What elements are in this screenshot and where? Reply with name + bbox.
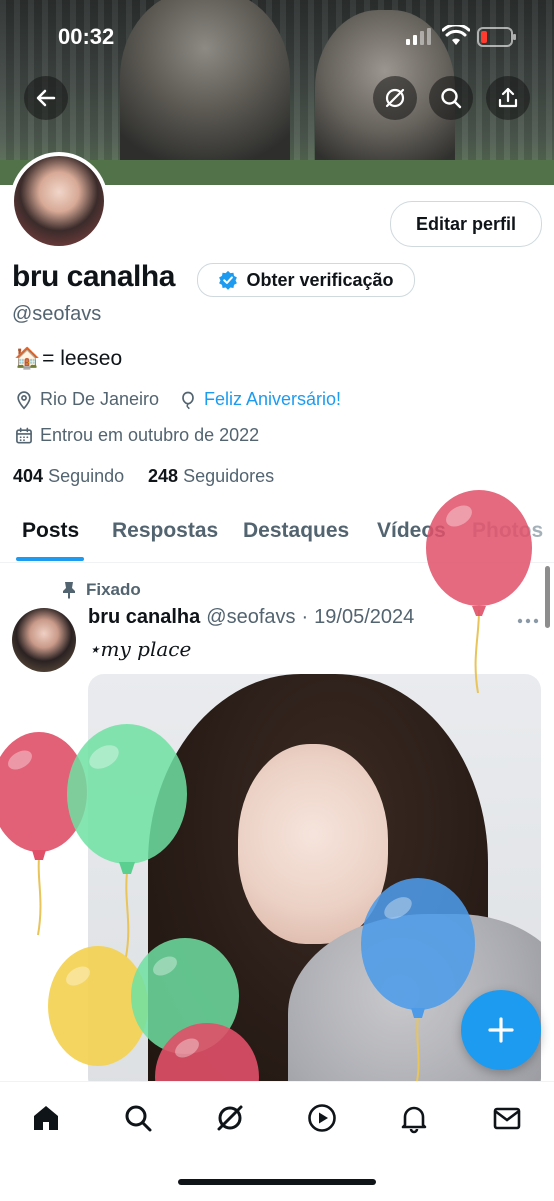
following-number: 404 [13, 466, 44, 486]
tab-active-indicator [16, 557, 84, 561]
wifi-icon [441, 23, 471, 52]
share-icon [498, 87, 518, 108]
bio: 🏠 = leeseo [14, 347, 122, 371]
search-icon[interactable] [122, 1102, 154, 1134]
post-text: ⋆my place [88, 637, 192, 661]
play-icon[interactable] [306, 1102, 338, 1134]
get-verified-button[interactable]: Obter verificação [197, 263, 415, 297]
pinned-label: Fixado [86, 580, 141, 599]
grok-button[interactable] [373, 76, 417, 120]
following-count[interactable]: 404 Seguindo [13, 466, 124, 487]
calendar-icon [16, 427, 32, 443]
birthday[interactable]: Feliz Aniversário! [178, 389, 341, 410]
birthday-text[interactable]: Feliz Aniversário! [204, 389, 341, 410]
balloon-icon [182, 391, 194, 409]
tab-highlights[interactable]: Destaques [243, 519, 349, 543]
avatar[interactable] [10, 152, 108, 250]
bell-icon[interactable] [398, 1102, 430, 1134]
banner-person [120, 0, 290, 185]
signal-icon [405, 27, 431, 52]
search-button[interactable] [429, 76, 473, 120]
edit-profile-button[interactable]: Editar perfil [390, 201, 542, 247]
house-emoji: 🏠 [14, 347, 41, 370]
balloon-red-icon [426, 490, 532, 694]
mail-icon[interactable] [491, 1102, 523, 1134]
location: Rio De Janeiro [14, 389, 159, 410]
plus-icon [488, 1017, 514, 1043]
bio-text: = leeseo [42, 347, 123, 370]
joined-text: Entrou em outubro de 2022 [40, 425, 260, 445]
joined-date: Entrou em outubro de 2022 [14, 425, 259, 446]
following-label: Seguindo [48, 466, 125, 486]
tab-replies[interactable]: Respostas [112, 519, 218, 543]
followers-number: 248 [148, 466, 179, 486]
post-author-handle[interactable]: @seofavs [206, 606, 295, 629]
status-time: 00:32 [58, 24, 115, 49]
back-button[interactable] [24, 76, 68, 120]
search-icon [441, 88, 462, 109]
post-separator: · [301, 606, 309, 628]
grok-icon[interactable] [214, 1102, 246, 1134]
post-header: bru canalha @seofavs · 19/05/2024 [88, 606, 414, 629]
followers-label: Seguidores [183, 466, 275, 486]
home-indicator[interactable] [178, 1179, 376, 1185]
verified-badge-icon [219, 270, 238, 290]
scrollbar[interactable] [545, 566, 550, 628]
get-verified-label: Obter verificação [246, 269, 394, 290]
post-avatar[interactable] [12, 608, 76, 672]
home-icon[interactable] [30, 1102, 62, 1134]
pinned-indicator: Fixado [62, 580, 141, 600]
battery-icon [477, 27, 517, 52]
location-text: Rio De Janeiro [40, 389, 160, 409]
share-button[interactable] [486, 76, 530, 120]
post-date[interactable]: 19/05/2024 [314, 606, 414, 629]
compose-button[interactable] [461, 990, 541, 1070]
pin-icon [63, 582, 75, 599]
display-name: bru canalha [12, 260, 175, 293]
location-pin-icon [17, 390, 31, 410]
balloon-blue-icon [361, 878, 475, 1086]
profile-handle: @seofavs [12, 303, 102, 325]
grok-icon [385, 88, 405, 108]
arrow-left-icon [36, 89, 56, 107]
post-author-name[interactable]: bru canalha [88, 606, 200, 629]
tab-posts[interactable]: Posts [22, 519, 79, 543]
followers-count[interactable]: 248 Seguidores [148, 466, 274, 487]
balloon-green-icon [67, 724, 187, 958]
